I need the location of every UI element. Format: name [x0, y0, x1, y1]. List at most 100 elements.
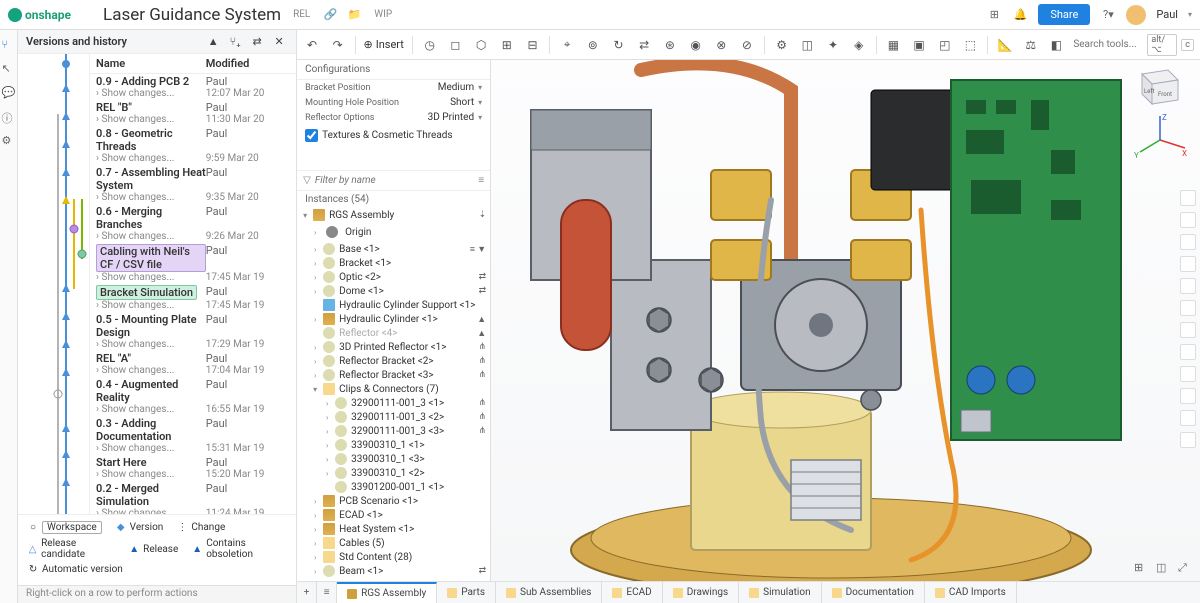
mate-5-icon[interactable]: ⊛	[661, 36, 679, 54]
tree-node[interactable]: 33901200-001_1 <1>	[297, 480, 490, 494]
vp-bottom-3-icon[interactable]: ⤢	[1178, 561, 1194, 577]
section-icon[interactable]: ◧	[1048, 36, 1066, 54]
version-row[interactable]: Cabling with Neil's CF / CSV filePaul › …	[90, 243, 296, 284]
tree-node[interactable]: ›Optic <2>⇄	[297, 270, 490, 284]
tree-node[interactable]: ›33900310_1 <3>	[297, 452, 490, 466]
link-icon[interactable]: 🔗	[322, 7, 338, 23]
tool-4-icon[interactable]: ⊞	[498, 36, 516, 54]
vp-bottom-2-icon[interactable]: ◫	[1156, 561, 1172, 577]
tool-search-input[interactable]	[1073, 39, 1143, 50]
redo-icon[interactable]: ↷	[329, 36, 347, 54]
tree-node[interactable]: ›Cables (5)	[297, 536, 490, 550]
share-button[interactable]: Share	[1038, 4, 1090, 25]
config-row[interactable]: Reflector Options3D Printed▾	[297, 110, 490, 125]
vp-tool-6[interactable]	[1180, 300, 1196, 316]
display-3-icon[interactable]: ◰	[936, 36, 954, 54]
create-version-icon[interactable]: ▲	[204, 33, 222, 51]
vp-tool-10[interactable]	[1180, 388, 1196, 404]
hamburger-icon[interactable]	[79, 7, 95, 23]
version-row[interactable]: 0.5 - Mounting Plate DesignPaul › Show c…	[90, 312, 296, 351]
display-1-icon[interactable]: ▦	[885, 36, 903, 54]
tool-1-icon[interactable]: ◷	[421, 36, 439, 54]
version-row[interactable]: 0.4 - Augmented RealityPaul › Show chang…	[90, 377, 296, 416]
config-row[interactable]: Bracket PositionMedium▾	[297, 80, 490, 95]
tab-list-button[interactable]: ≡	[317, 582, 337, 603]
mate-4-icon[interactable]: ⇄	[635, 36, 653, 54]
branch-icon[interactable]: ⑂	[2, 38, 16, 52]
mate-6-icon[interactable]: ◉	[687, 36, 705, 54]
mate-2-icon[interactable]: ⊚	[584, 36, 602, 54]
tree-node[interactable]: Reflector <4>▲	[297, 326, 490, 340]
vp-tool-3[interactable]	[1180, 234, 1196, 250]
version-row[interactable]: Start HerePaul › Show changes...15:20 Ma…	[90, 455, 296, 481]
relation-1-icon[interactable]: ⚙	[773, 36, 791, 54]
mate-1-icon[interactable]: ⌖	[558, 36, 576, 54]
undo-icon[interactable]: ↶	[303, 36, 321, 54]
tree-node[interactable]: ›3D Printed Reflector <1>⋔	[297, 340, 490, 354]
tree-node[interactable]: ›Dome <1>⇄	[297, 284, 490, 298]
instance-tree[interactable]: ▾RGS Assembly⇣›Origin›Base <1>≡ ▼›Bracke…	[297, 208, 490, 581]
tool-3-icon[interactable]: ⬡	[472, 36, 490, 54]
vp-tool-2[interactable]	[1180, 212, 1196, 228]
version-row[interactable]: Bracket SimulationPaul › Show changes...…	[90, 284, 296, 312]
user-avatar[interactable]	[1126, 5, 1146, 25]
display-2-icon[interactable]: ▣	[910, 36, 928, 54]
doc-tab[interactable]: Parts	[437, 582, 496, 603]
help-icon[interactable]: ?▾	[1100, 7, 1116, 23]
vp-bottom-1-icon[interactable]: ⊞	[1134, 561, 1150, 577]
measure-icon[interactable]: 📐	[996, 36, 1014, 54]
tool-2-icon[interactable]: ◻	[447, 36, 465, 54]
tree-node[interactable]: ›Hydraulic Cylinder <1>▲	[297, 312, 490, 326]
add-tab-button[interactable]: +	[297, 582, 317, 603]
version-row[interactable]: REL "A"Paul › Show changes...17:04 Mar 1…	[90, 351, 296, 377]
doc-tab[interactable]: Documentation	[822, 582, 925, 603]
list-options-icon[interactable]: ≡	[478, 175, 484, 186]
bell-icon[interactable]: 🔔	[1012, 7, 1028, 23]
cursor-icon[interactable]: ↖	[2, 62, 16, 76]
version-row[interactable]: 0.9 - Adding PCB 2Paul › Show changes...…	[90, 74, 296, 100]
doc-tab[interactable]: CAD Imports	[925, 582, 1017, 603]
config-row[interactable]: Mounting Hole PositionShort▾	[297, 95, 490, 110]
display-4-icon[interactable]: ⬚	[962, 36, 980, 54]
vp-tool-8[interactable]	[1180, 344, 1196, 360]
textures-checkbox-input[interactable]	[305, 129, 318, 142]
tree-node[interactable]: ▾RGS Assembly⇣	[297, 208, 490, 222]
compare-icon[interactable]: ⇄	[248, 33, 266, 51]
close-panel-icon[interactable]: ✕	[270, 33, 288, 51]
apps-icon[interactable]: ⊞	[986, 7, 1002, 23]
tree-node[interactable]: ›33900310_1 <1>	[297, 438, 490, 452]
insert-button[interactable]: ⊕Insert	[364, 38, 404, 51]
vp-tool-5[interactable]	[1180, 278, 1196, 294]
tree-node[interactable]: ›32900111-001_3 <1>⋔	[297, 396, 490, 410]
vp-tool-1[interactable]	[1180, 190, 1196, 206]
filter-input[interactable]	[315, 175, 474, 186]
version-row[interactable]: 0.6 - Merging BranchesPaul › Show change…	[90, 204, 296, 243]
mate-8-icon[interactable]: ⊘	[738, 36, 756, 54]
relation-3-icon[interactable]: ✦	[824, 36, 842, 54]
tree-node[interactable]: ›33900310_1 <2>	[297, 466, 490, 480]
create-branch-icon[interactable]: ⑂₊	[226, 33, 244, 51]
tree-node[interactable]: Hydraulic Cylinder Support <1>	[297, 298, 490, 312]
tree-node[interactable]: ›Origin	[297, 222, 490, 242]
tree-node[interactable]: ›Reflector Bracket <3>⋔	[297, 368, 490, 382]
relation-2-icon[interactable]: ◫	[798, 36, 816, 54]
tool-5-icon[interactable]: ⊟	[524, 36, 542, 54]
version-row[interactable]: 0.7 - Assembling Heat SystemPaul › Show …	[90, 165, 296, 204]
tree-node[interactable]: ›Reflector Bracket <2>⋔	[297, 354, 490, 368]
document-title[interactable]: Laser Guidance System	[103, 5, 281, 25]
textures-checkbox[interactable]: Textures & Cosmetic Threads	[297, 125, 490, 146]
tree-node[interactable]: ›ECAD <1>	[297, 508, 490, 522]
version-row[interactable]: REL "B"Paul › Show changes...11:30 Mar 2…	[90, 100, 296, 126]
tree-node[interactable]: ›PCB Scenario <1>	[297, 494, 490, 508]
tree-node[interactable]: ›Std Content (28)	[297, 550, 490, 564]
version-row[interactable]: 0.3 - Adding DocumentationPaul › Show ch…	[90, 416, 296, 455]
mass-icon[interactable]: ⚖	[1022, 36, 1040, 54]
vp-tool-4[interactable]	[1180, 256, 1196, 272]
mate-7-icon[interactable]: ⊗	[712, 36, 730, 54]
tree-node[interactable]: ›Heat System <1>	[297, 522, 490, 536]
vp-tool-12[interactable]	[1180, 432, 1196, 448]
onshape-logo[interactable]: onshape	[8, 8, 71, 22]
tree-node[interactable]: ›Bracket <1>	[297, 256, 490, 270]
doc-tab[interactable]: Simulation	[739, 582, 821, 603]
tree-node[interactable]: ▾Clips & Connectors (7)	[297, 382, 490, 396]
